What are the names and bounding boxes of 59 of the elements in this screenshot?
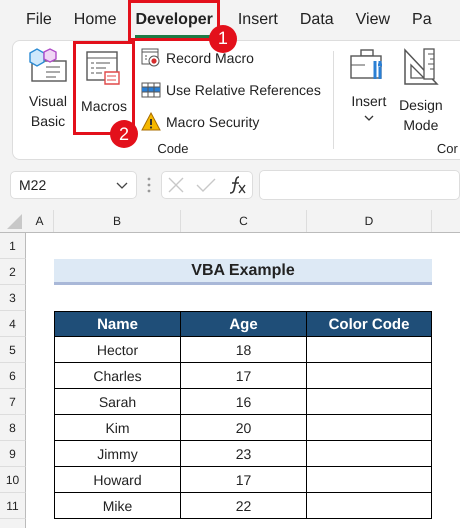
row-header[interactable]: 8: [0, 415, 26, 441]
column-heading: Color Code: [307, 311, 432, 337]
ribbon-button[interactable]: Use Relative References: [141, 79, 321, 101]
row-header[interactable]: 1: [0, 233, 26, 259]
column-header[interactable]: B: [54, 210, 181, 232]
column-header[interactable]: C: [181, 210, 307, 232]
row-header[interactable]: 4: [0, 311, 26, 337]
cubes-icon: [28, 47, 68, 83]
table-cell: Hector: [54, 337, 181, 363]
group-label: Cor: [436, 141, 458, 156]
formula-field[interactable]: [259, 170, 460, 200]
step-badge: 1: [208, 24, 237, 52]
row-header[interactable]: 7: [0, 389, 26, 415]
ribbon-tab[interactable]: View: [356, 2, 390, 38]
ribbon-button[interactable]: Macro Security: [141, 111, 321, 133]
warning-icon: [141, 112, 161, 132]
row-header[interactable]: 5: [0, 337, 26, 363]
table-cell: 17: [181, 363, 307, 389]
check-icon: [196, 177, 216, 193]
ribbon-tab[interactable]: Pa: [412, 2, 432, 38]
row-header[interactable]: 3: [0, 285, 26, 311]
design-mode-button[interactable]: Design Mode: [396, 41, 446, 141]
ribbon-tab[interactable]: File: [26, 2, 52, 38]
table-cell: Jimmy: [54, 441, 181, 467]
sheet-title: VBA Example: [54, 259, 432, 285]
column-heading: Name: [54, 311, 181, 337]
row-header[interactable]: 2: [0, 259, 26, 285]
table-cell: 17: [181, 467, 307, 493]
table-cell: 23: [181, 441, 307, 467]
insert-control-button[interactable]: Insert: [346, 41, 392, 141]
chevron-down-icon: [116, 182, 128, 188]
table-cell: Kim: [54, 415, 181, 441]
visual-basic-button[interactable]: Visual Basic: [25, 41, 71, 141]
ribbon-tab[interactable]: Home: [74, 2, 116, 38]
column-heading: Age: [181, 311, 307, 337]
row-header[interactable]: 10: [0, 467, 26, 493]
group-label: Code: [157, 141, 188, 156]
table-cell: Sarah: [54, 389, 181, 415]
macros-button[interactable]: Macros: [76, 44, 132, 116]
cancel-icon: [167, 176, 186, 194]
table-cell: Howard: [54, 467, 181, 493]
row-header[interactable]: 11: [0, 493, 26, 519]
row-header[interactable]: 9: [0, 441, 26, 467]
name-box[interactable]: M22: [10, 171, 137, 199]
column-header[interactable]: D: [307, 210, 432, 232]
ribbon-tab[interactable]: Data: [300, 2, 334, 38]
record-icon: [141, 48, 161, 68]
row-header[interactable]: 6: [0, 363, 26, 389]
table-cell: 16: [181, 389, 307, 415]
step-badge: 2: [110, 120, 138, 148]
drag-handle-icon: [147, 177, 151, 193]
table-cell: Mike: [54, 493, 181, 519]
table-grid-icon: [141, 80, 161, 100]
table-cell: 18: [181, 337, 307, 363]
ribbon-tab[interactable]: Insert: [238, 2, 278, 38]
table-cell: Charles: [54, 363, 181, 389]
column-header[interactable]: A: [26, 210, 54, 232]
table-cell: 22: [181, 493, 307, 519]
table-cell: 20: [181, 415, 307, 441]
